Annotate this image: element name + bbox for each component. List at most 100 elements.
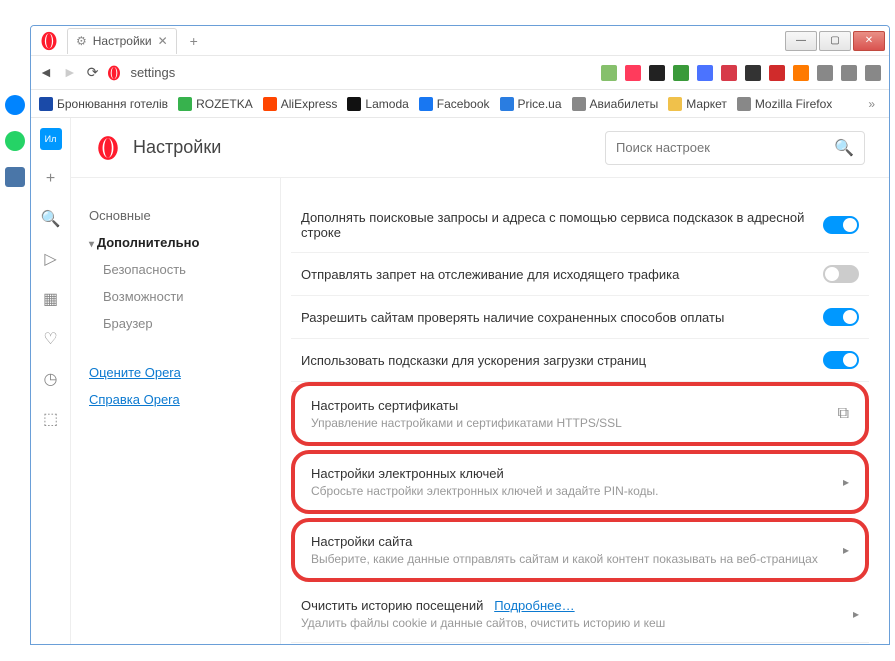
minimize-button[interactable]: — — [785, 31, 817, 51]
bookmark-label: Авиабилеты — [590, 97, 659, 111]
bookmark-favicon — [263, 97, 277, 111]
sidebar-strip: Ил + 🔍 ▷ ▦ ♡ ◷ ⬚ — [31, 118, 71, 644]
prime-icon[interactable] — [697, 65, 713, 81]
add-icon[interactable]: + — [40, 168, 62, 190]
nav-browser[interactable]: Браузер — [89, 310, 262, 337]
ghost-icon[interactable] — [649, 65, 665, 81]
tab-close-button[interactable]: ✕ — [158, 34, 168, 48]
toggle-autocomplete[interactable] — [823, 216, 859, 234]
bookmark-item[interactable]: Facebook — [419, 97, 490, 111]
whatsapp-app-icon[interactable] — [5, 131, 25, 151]
bookmark-favicon — [500, 97, 514, 111]
settings-content: Настройки 🔍 Основные Дополнительно Безоп… — [71, 118, 889, 644]
link-certificates[interactable]: Настроить сертификаты Управление настрой… — [305, 394, 855, 434]
popout-icon: ⧉ — [838, 405, 849, 423]
settings-nav: Основные Дополнительно Безопасность Возм… — [71, 178, 281, 644]
link-clear-history[interactable]: Очистить историю посещений Подробнее… Уд… — [291, 586, 869, 643]
nav-security[interactable]: Безопасность — [89, 256, 262, 283]
toggle-payment[interactable] — [823, 308, 859, 326]
menu-icon[interactable] — [865, 65, 881, 81]
reload-button[interactable]: ⟳ — [87, 64, 99, 81]
sg-icon[interactable] — [745, 65, 761, 81]
bookmark-favicon — [347, 97, 361, 111]
heart-icon[interactable] — [625, 65, 641, 81]
address-field[interactable]: settings — [106, 65, 175, 81]
opera-menu-button[interactable] — [37, 29, 61, 53]
browser-window: ⚙ Настройки ✕ + — ▢ ✕ ◄ ► ⟳ settings Бро… — [30, 25, 890, 645]
cube-icon[interactable]: ⬚ — [40, 408, 62, 430]
keys-sub: Сбросьте настройки электронных ключей и … — [311, 484, 843, 498]
bookmark-item[interactable]: Маркет — [668, 97, 727, 111]
bookmark-label: Маркет — [686, 97, 727, 111]
bookmark-favicon — [39, 97, 53, 111]
shield-icon[interactable] — [601, 65, 617, 81]
maximize-button[interactable]: ▢ — [819, 31, 851, 51]
send-icon[interactable]: ▷ — [40, 248, 62, 270]
bookmark-item[interactable]: ROZETKA — [178, 97, 253, 111]
link-security-keys[interactable]: Настройки электронных ключей Сбросьте на… — [305, 462, 855, 502]
chevron-right-icon-3: ▸ — [853, 607, 859, 621]
bookmark-favicon — [419, 97, 433, 111]
settings-header: Настройки 🔍 — [71, 118, 889, 178]
translate-icon[interactable]: Ил — [40, 128, 62, 150]
bookmark-favicon — [737, 97, 751, 111]
search-side-icon[interactable]: 🔍 — [40, 208, 62, 230]
row-payment-check: Разрешить сайтам проверять наличие сохра… — [291, 296, 869, 339]
bookmark-item[interactable]: Mozilla Firefox — [737, 97, 832, 111]
download-icon[interactable] — [841, 65, 857, 81]
page-title: Настройки — [133, 137, 221, 158]
search-input[interactable] — [616, 140, 826, 155]
bookmark-label: Facebook — [437, 97, 490, 111]
toggle-preload[interactable] — [823, 351, 859, 369]
site-title: Настройки сайта — [311, 534, 843, 549]
bookmark-item[interactable]: Авиабилеты — [572, 97, 659, 111]
bookmark-label: Lamoda — [365, 97, 408, 111]
address-bar: ◄ ► ⟳ settings — [31, 56, 889, 90]
nav-rate-opera[interactable]: Оцените Opera — [89, 359, 262, 386]
nav-advanced[interactable]: Дополнительно — [89, 229, 262, 256]
nav-help-opera[interactable]: Справка Opera — [89, 386, 262, 413]
settings-search[interactable]: 🔍 — [605, 131, 865, 165]
tab-bar: ⚙ Настройки ✕ + — ▢ ✕ — [31, 26, 889, 56]
opera-header-icon — [95, 135, 121, 161]
back-button[interactable]: ◄ — [39, 64, 53, 81]
forward-button[interactable]: ► — [63, 64, 77, 81]
nav-features[interactable]: Возможности — [89, 283, 262, 310]
link-site-settings[interactable]: Настройки сайта Выберите, какие данные о… — [305, 530, 855, 570]
clock-icon[interactable]: ◷ — [40, 368, 62, 390]
row-preload: Использовать подсказки для ускорения заг… — [291, 339, 869, 382]
toggle-dnt[interactable] — [823, 265, 859, 283]
vk-app-icon[interactable] — [5, 167, 25, 187]
gear-icon: ⚙ — [76, 34, 87, 48]
row-crash-reports: Автоматически отправлять отчеты об авари… — [291, 643, 869, 644]
bookmark-item[interactable]: Бронювання готелів — [39, 97, 168, 111]
new-tab-button[interactable]: + — [183, 30, 205, 52]
row-dnt: Отправлять запрет на отслеживание для ис… — [291, 253, 869, 296]
clear-more-link[interactable]: Подробнее… — [494, 598, 574, 613]
row-autocomplete: Дополнять поисковые запросы и адреса с п… — [291, 198, 869, 253]
clear-sub: Удалить файлы cookie и данные сайтов, оч… — [301, 616, 853, 630]
settings-main[interactable]: Дополнять поисковые запросы и адреса с п… — [281, 178, 889, 644]
bookmark-label: Mozilla Firefox — [755, 97, 832, 111]
nav-basic[interactable]: Основные — [89, 202, 262, 229]
bookmark-item[interactable]: AliExpress — [263, 97, 338, 111]
bookmark-item[interactable]: Lamoda — [347, 97, 408, 111]
camera-icon[interactable] — [817, 65, 833, 81]
adblock-icon[interactable] — [769, 65, 785, 81]
keys-title: Настройки электронных ключей — [311, 466, 843, 481]
vpn-icon[interactable] — [721, 65, 737, 81]
bookmark-item[interactable]: Price.ua — [500, 97, 562, 111]
tab-settings[interactable]: ⚙ Настройки ✕ — [67, 28, 177, 54]
close-window-button[interactable]: ✕ — [853, 31, 885, 51]
apps-icon[interactable]: ▦ — [40, 288, 62, 310]
bookmarks-overflow[interactable]: » — [862, 97, 881, 111]
search-icon: 🔍 — [834, 138, 854, 158]
messenger-app-icon[interactable] — [5, 95, 25, 115]
orange-icon[interactable] — [793, 65, 809, 81]
heart-side-icon[interactable]: ♡ — [40, 328, 62, 350]
cert-title: Настроить сертификаты — [311, 398, 838, 413]
extension-icons — [601, 65, 881, 81]
chevron-right-icon: ▸ — [843, 475, 849, 489]
green-square-icon[interactable] — [673, 65, 689, 81]
bookmark-label: Бронювання готелів — [57, 97, 168, 111]
